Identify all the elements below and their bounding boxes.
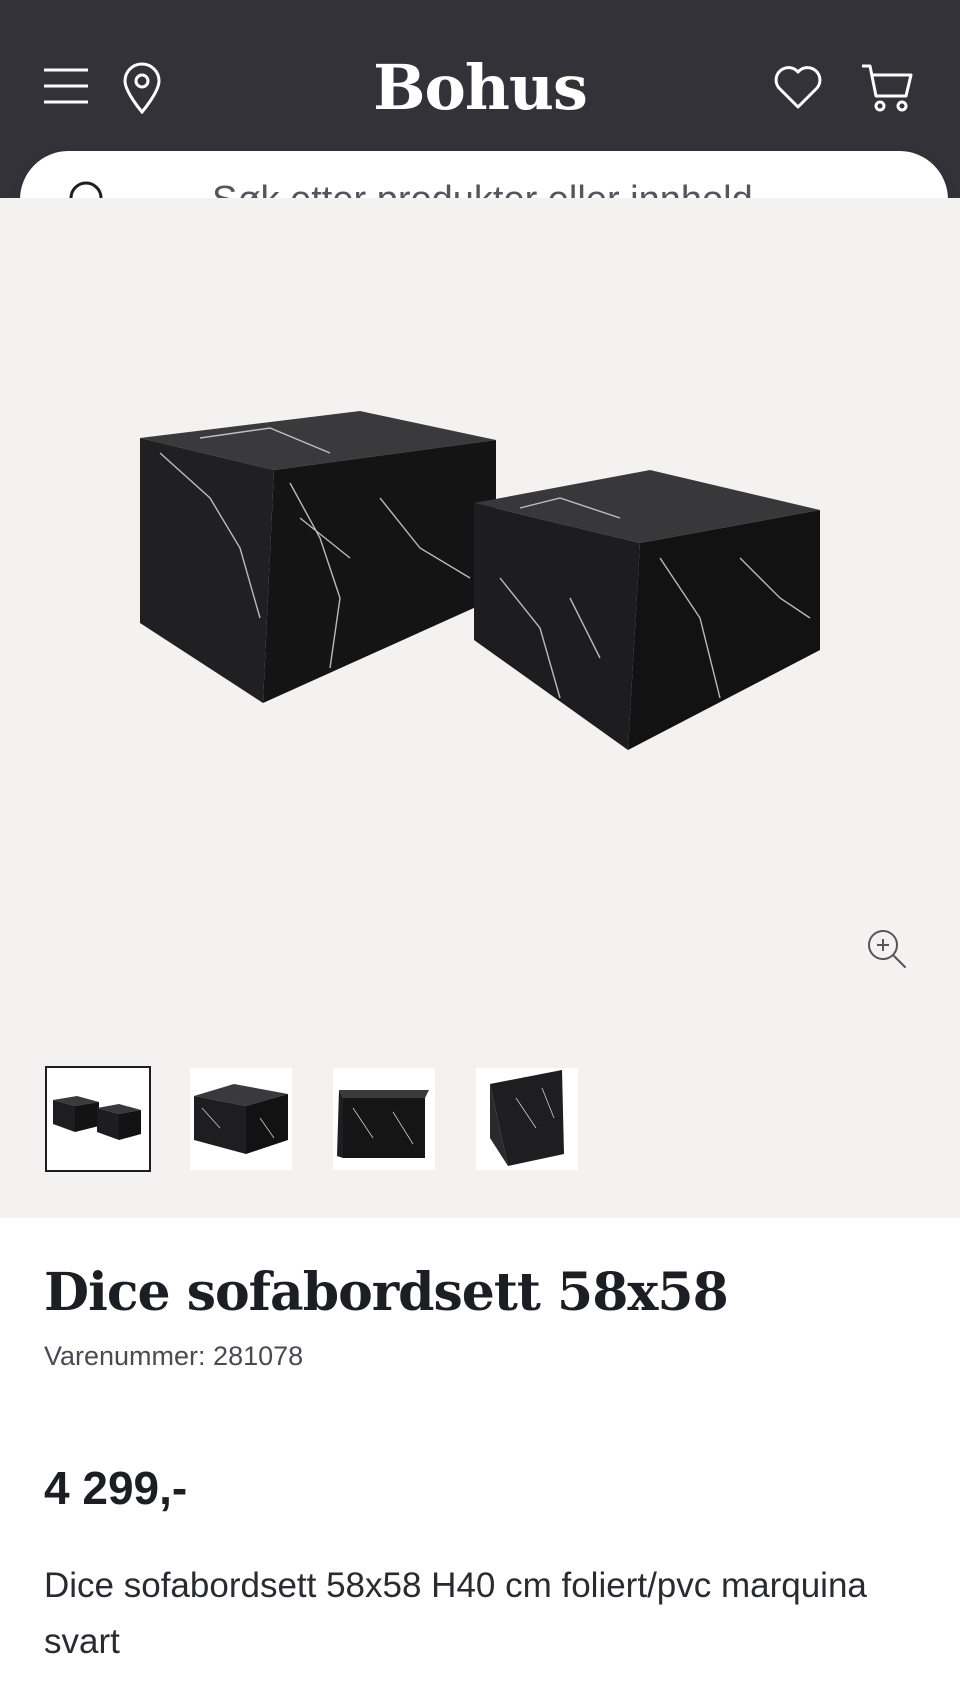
- product-price: 4 299,-: [44, 1462, 188, 1514]
- cart-icon[interactable]: [860, 62, 914, 114]
- thumbnail-4[interactable]: [476, 1068, 578, 1170]
- product-gallery: [0, 198, 960, 1218]
- product-main-image[interactable]: [0, 198, 960, 1058]
- product-title: Dice sofabordsett 58x58: [44, 1262, 729, 1323]
- thumbnail-1[interactable]: [45, 1066, 151, 1172]
- thumbnail-3[interactable]: [333, 1068, 435, 1170]
- heart-icon[interactable]: [773, 64, 823, 110]
- product-sku: Varenummer: 281078: [44, 1341, 304, 1371]
- thumbnail-strip: [0, 1066, 960, 1178]
- thumbnail-2[interactable]: [190, 1068, 292, 1170]
- product-description: Dice sofabordsett 58x58 H40 cm foliert/p…: [44, 1566, 867, 1661]
- zoom-icon[interactable]: [866, 928, 908, 975]
